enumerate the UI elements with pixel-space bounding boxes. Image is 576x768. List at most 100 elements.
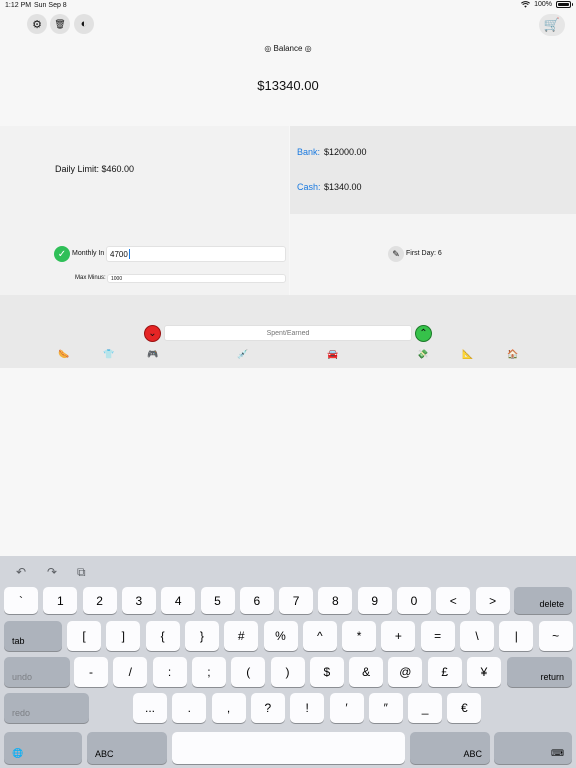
key-row3-2[interactable]: : [152,657,187,687]
key-row3-3[interactable]: ; [191,657,226,687]
battery-percent: 100% [534,1,552,8]
key-row2-0[interactable]: [ [67,621,101,651]
category-clothes-icon[interactable]: 👕 [103,349,114,360]
status-date: Sun Sep 8 [34,2,67,9]
max-minus-label: Max Minus: [75,275,106,281]
cash-value: $1340.00 [324,182,362,192]
spent-button[interactable]: ⌄ [144,325,161,342]
undo-icon[interactable]: ↶ [16,565,26,579]
key-row2-6[interactable]: ^ [302,621,337,651]
check-icon: ✓ [57,248,67,260]
edit-first-day-button[interactable]: ✎ [388,246,404,262]
key-row3-10[interactable]: ¥ [467,657,501,687]
gear-icon: ⚙ [32,18,42,31]
key-row2-1[interactable]: ] [106,621,141,651]
category-games-icon[interactable]: 🎮 [147,349,158,360]
tab-key[interactable]: tab [4,621,62,651]
bank-value: $12000.00 [324,147,367,157]
dismiss-keyboard-key[interactable]: ⌨ [494,732,572,764]
key-row4-5[interactable]: ′ [329,693,364,723]
daily-limit-label: Daily Limit: $460.00 [55,164,135,174]
key-row1-11[interactable]: < [436,587,471,614]
key-row1-12[interactable]: > [475,587,510,614]
return-key[interactable]: return [507,657,572,687]
text-cursor [128,249,130,259]
globe-key[interactable]: 🌐 [4,732,82,764]
category-education-icon[interactable]: 📐 [462,349,473,360]
category-money-icon[interactable]: 💸 [417,349,428,360]
status-time: 1:12 PM [5,2,32,9]
key-row4-0[interactable]: ... [133,693,167,723]
key-row1-1[interactable]: 1 [43,587,78,614]
bank-link[interactable]: Bank: [297,147,320,157]
key-row2-11[interactable]: | [499,621,534,651]
redo-icon[interactable]: ↷ [47,565,57,579]
key-row3-1[interactable]: / [113,657,148,687]
key-row2-9[interactable]: = [420,621,455,651]
key-row1-9[interactable]: 9 [357,587,392,614]
key-row3-7[interactable]: & [349,657,384,687]
key-row1-10[interactable]: 0 [397,587,431,614]
delete-button[interactable]: 🗑 [50,14,70,34]
key-row2-2[interactable]: { [145,621,180,651]
status-bar: 1:12 PM Sun Sep 8 100% [0,0,576,12]
chevron-up-icon: ⌃ [419,328,428,339]
category-home-icon[interactable]: 🏠 [507,349,518,360]
theme-button[interactable]: ◐ [74,14,94,34]
shop-button[interactable]: 🛒 [539,14,565,36]
balance-label: ◎ Balance ◎ [264,44,312,53]
monthly-in-input[interactable]: 4700 [106,246,286,262]
key-row4-1[interactable]: . [172,693,207,723]
key-row1-5[interactable]: 5 [200,587,235,614]
key-row1-0[interactable]: ` [4,587,38,614]
balance-value: $13340.00 [257,78,319,93]
category-food-icon[interactable]: 🌭 [58,349,69,360]
key-row2-3[interactable]: } [184,621,219,651]
key-row4-6[interactable]: ″ [368,693,403,723]
status-right: 100% [521,1,573,8]
key-row2-10[interactable]: \ [460,621,494,651]
key-row3-0[interactable]: - [74,657,108,687]
trash-icon: 🗑 [54,18,66,29]
chevron-down-icon: ⌄ [148,328,157,339]
key-row2-7[interactable]: * [342,621,377,651]
wifi-icon [521,1,531,8]
undo-key[interactable]: undo [4,657,70,687]
key-row3-4[interactable]: ( [231,657,266,687]
redo-key[interactable]: redo [4,693,89,723]
key-row1-2[interactable]: 2 [82,587,117,614]
clipboard-icon[interactable]: ⧉ [77,565,86,580]
key-row3-5[interactable]: ) [270,657,305,687]
key-row3-8[interactable]: @ [388,657,423,687]
key-row2-8[interactable]: + [381,621,416,651]
confirm-button[interactable]: ✓ [54,246,70,262]
category-health-icon[interactable]: 💉 [237,349,248,360]
key-row1-7[interactable]: 7 [279,587,314,614]
amount-input[interactable] [164,325,412,341]
key-row2-5[interactable]: % [263,621,298,651]
earned-button[interactable]: ⌃ [415,325,432,342]
key-row1-3[interactable]: 3 [121,587,156,614]
key-row2-4[interactable]: # [224,621,259,651]
settings-button[interactable]: ⚙ [27,14,47,34]
abc-right-key[interactable]: ABC [410,732,490,764]
key-row4-3[interactable]: ? [250,693,285,723]
key-row4-8[interactable]: € [447,693,482,723]
abc-left-key[interactable]: ABC [87,732,167,764]
max-minus-value: 1000 [111,275,123,282]
key-row1-6[interactable]: 6 [239,587,274,614]
key-row3-9[interactable]: £ [427,657,462,687]
max-minus-input[interactable]: 1000 [107,274,286,283]
key-row4-7[interactable]: _ [408,693,443,723]
key-row4-4[interactable]: ! [290,693,325,723]
daily-limit-panel: Daily Limit: $460.00 [0,126,289,214]
space-key[interactable] [172,732,405,764]
key-row3-6[interactable]: $ [309,657,344,687]
delete-key[interactable]: delete [514,587,572,614]
key-row1-4[interactable]: 4 [161,587,196,614]
key-row1-8[interactable]: 8 [318,587,353,614]
key-row2-12[interactable]: ~ [538,621,573,651]
category-car-icon[interactable]: 🚘 [327,349,338,360]
key-row4-2[interactable]: , [211,693,246,723]
cash-link[interactable]: Cash: [297,182,321,192]
